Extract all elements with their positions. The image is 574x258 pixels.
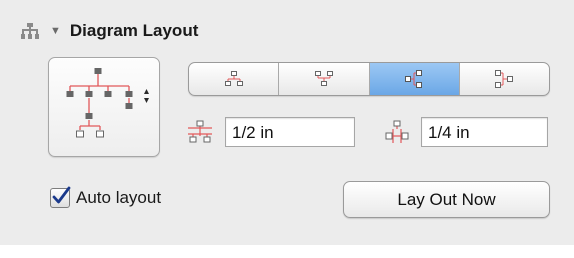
layout-bottom-to-top-icon <box>314 71 333 86</box>
disclosure-triangle-down-icon[interactable]: ▼ <box>50 25 61 37</box>
layout-style-popup[interactable] <box>48 57 160 157</box>
segment-left-to-right[interactable] <box>369 63 460 95</box>
tree-layout-icon <box>66 68 149 138</box>
layout-top-to-bottom-icon <box>224 71 243 86</box>
up-down-arrows-icon <box>144 89 149 103</box>
section-title: Diagram Layout <box>69 21 199 40</box>
segment-right-to-left[interactable] <box>460 63 549 95</box>
hierarchy-icon <box>21 23 39 39</box>
auto-layout-label: Auto layout <box>76 188 162 207</box>
layout-left-to-right-icon <box>405 70 423 88</box>
segment-top-to-bottom[interactable] <box>189 63 280 95</box>
object-spacing-field[interactable]: 1/4 in <box>421 117 548 147</box>
inspector-section-header[interactable]: ▼ Diagram Layout <box>20 18 198 44</box>
checkmark-icon <box>52 186 71 204</box>
auto-layout-checkbox[interactable] <box>50 186 71 208</box>
panel-bottom-edge <box>0 245 574 258</box>
layout-direction-segmented-control[interactable] <box>188 62 550 96</box>
object-spacing-icon <box>385 120 409 143</box>
rank-spacing-field[interactable]: 1/2 in <box>225 117 355 147</box>
segment-bottom-to-top[interactable] <box>279 63 370 95</box>
rank-spacing-icon <box>188 120 212 143</box>
lay-out-now-button[interactable]: Lay Out Now <box>343 181 550 218</box>
auto-layout-checkbox-row[interactable]: Auto layout <box>50 186 162 209</box>
layout-right-to-left-icon <box>495 70 514 88</box>
